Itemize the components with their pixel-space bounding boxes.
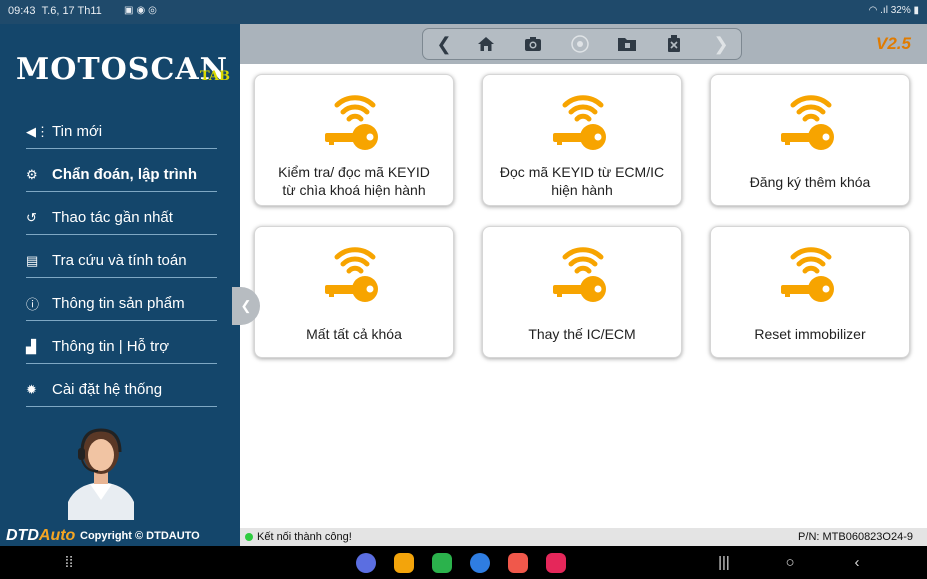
card-reset-immobilizer[interactable]: Reset immobilizer (710, 226, 910, 358)
connection-status-text: Kết nối thành công! (257, 531, 352, 543)
sidebar-item-label: Tra cứu và tính toán (52, 252, 187, 269)
sidebar-item-support[interactable]: ▟ Thông tin | Hỗ trợ (26, 330, 217, 364)
card-replace-ic-ecm[interactable]: Thay thế IC/ECM (482, 226, 682, 358)
record-icon[interactable] (567, 32, 593, 56)
app-drawer-icon[interactable]: ⁞⁞ (58, 552, 80, 574)
camera-app-icon[interactable] (546, 553, 566, 573)
back-icon[interactable]: ❮ (431, 32, 457, 56)
info-icon: ⓘ (26, 297, 40, 312)
camera-icon[interactable] (520, 32, 546, 56)
contacts-app-icon[interactable] (508, 553, 528, 573)
android-nav-bar: ⁞⁞ ||| ○ ‹ (0, 546, 927, 579)
card-lost-all-keys[interactable]: Mất tất cả khóa (254, 226, 454, 358)
battery-indicator: ◠ .ıl 32% ▮ (868, 5, 919, 16)
wireless-key-icon (325, 95, 378, 150)
chevron-left-icon: ❮ (240, 298, 252, 313)
main-content: Kiểm tra/ đọc mã KEYID từ chìa khoá hiện … (240, 64, 927, 528)
logo-text: MOTOSCAN (16, 52, 229, 87)
logo-subtitle: TAB (199, 69, 230, 84)
part-number-text: P/N: MTB060823O24-9 (798, 531, 913, 543)
notes-app-icon[interactable] (394, 553, 414, 573)
sidebar-item-diagnostic[interactable]: ⚙ Chẩn đoán, lập trình (26, 158, 217, 192)
card-label: Reset immobilizer (754, 326, 866, 342)
top-toolbar: ❮ ❯ V2.5 (240, 24, 927, 64)
card-label: Kiểm tra/ đọc mã KEYID từ chìa khoá hiện … (278, 164, 430, 198)
card-label: Đọc mã KEYID từ ECM/IC hiện hành (499, 164, 665, 198)
wireless-key-icon (781, 247, 834, 302)
folder-icon[interactable] (614, 32, 640, 56)
notification-icons: ▣◉◎ (124, 5, 160, 16)
card-label: Thay thế IC/ECM (528, 326, 636, 342)
sidebar: MOTOSCAN TAB ◀⋮ Tin mới ⚙ Chẩn đoán, lập… (0, 24, 240, 546)
copyright-text: Copyright © DTDAUTO (80, 530, 200, 542)
factory-icon: ▟ (26, 338, 36, 354)
card-register-key[interactable]: Đăng ký thêm khóa (710, 74, 910, 206)
android-status-bar: 09:43 T.6, 17 Th11 ▣◉◎ ◠ .ıl 32% ▮ (0, 0, 927, 24)
back-nav-icon[interactable]: ‹ (846, 552, 868, 574)
wireless-key-icon (325, 247, 378, 302)
diagnostic-icon: ⚙ (26, 166, 38, 182)
app-version: V2.5 (876, 34, 911, 53)
wireless-key-icon (781, 95, 834, 150)
status-time: 09:43 T.6, 17 Th11 (8, 5, 102, 17)
home-nav-icon[interactable]: ○ (779, 552, 801, 574)
home-icon[interactable] (473, 32, 499, 56)
messenger-app-icon[interactable] (356, 553, 376, 573)
card-label: Đăng ký thêm khóa (749, 174, 871, 190)
sidebar-item-settings[interactable]: ✹ Cài đặt hệ thống (26, 373, 217, 407)
sidebar-item-recent[interactable]: ↺ Thao tác gần nhất (26, 201, 217, 235)
sidebar-item-label: Cài đặt hệ thống (52, 381, 163, 398)
recents-icon[interactable]: ||| (713, 552, 735, 574)
wireless-key-icon (553, 247, 606, 302)
sidebar-item-label: Thông tin | Hỗ trợ (52, 338, 170, 355)
brand-logo: DTDAuto (6, 527, 76, 544)
sidebar-item-label: Thông tin sản phẩm (52, 295, 185, 312)
messages-app-icon[interactable] (470, 553, 490, 573)
history-icon: ↺ (26, 209, 37, 225)
phone-app-icon[interactable] (432, 553, 452, 573)
clipboard-icon: ▤ (26, 252, 39, 268)
sidebar-item-label: Thao tác gần nhất (52, 209, 173, 226)
sidebar-item-lookup[interactable]: ▤ Tra cứu và tính toán (26, 244, 217, 278)
megaphone-icon: ◀⋮ (26, 123, 49, 139)
support-agent-avatar (68, 428, 134, 520)
sidebar-item-news[interactable]: ◀⋮ Tin mới (26, 115, 217, 149)
wireless-key-icon (553, 95, 606, 150)
delete-icon[interactable] (661, 32, 687, 56)
sidebar-item-product-info[interactable]: ⓘ Thông tin sản phẩm (26, 287, 217, 321)
connection-status-dot (245, 533, 253, 541)
card-check-keyid[interactable]: Kiểm tra/ đọc mã KEYID từ chìa khoá hiện … (254, 74, 454, 206)
sidebar-item-label: Tin mới (52, 123, 103, 140)
connection-status-bar: Kết nối thành công! P/N: MTB060823O24-9 (240, 528, 927, 546)
app-logo: MOTOSCAN (16, 50, 229, 90)
gear-icon: ✹ (26, 381, 37, 397)
card-label: Mất tất cả khóa (306, 326, 402, 342)
sidebar-item-label: Chẩn đoán, lập trình (52, 166, 197, 183)
toolbar-button-group: ❮ ❯ (422, 28, 742, 60)
forward-icon[interactable]: ❯ (708, 32, 734, 56)
card-read-keyid-ecm[interactable]: Đọc mã KEYID từ ECM/IC hiện hành (482, 74, 682, 206)
